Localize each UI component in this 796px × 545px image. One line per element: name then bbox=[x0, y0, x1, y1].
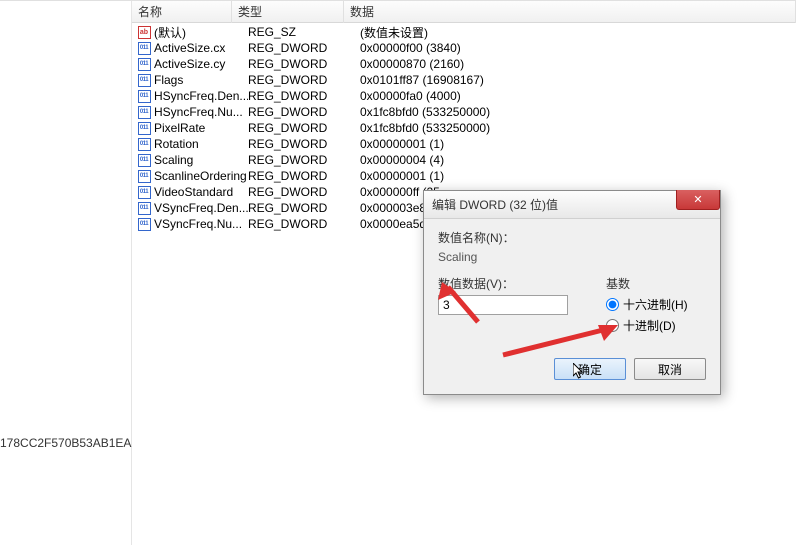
tree-item[interactable]: 178CC2F570B53AB1EA bbox=[0, 436, 131, 450]
col-header-data[interactable]: 数据 bbox=[344, 0, 796, 23]
row-type: REG_DWORD bbox=[248, 201, 360, 215]
dword-value-icon: 011 bbox=[136, 169, 152, 183]
dialog-titlebar[interactable]: 编辑 DWORD (32 位)值 ✕ bbox=[424, 191, 720, 219]
radio-dec[interactable]: 十进制(D) bbox=[606, 317, 706, 334]
row-data: 0x1fc8bfd0 (533250000) bbox=[360, 105, 796, 119]
row-name: HSyncFreq.Den... bbox=[154, 89, 248, 103]
dword-value-icon: 011 bbox=[136, 137, 152, 151]
dialog-title: 编辑 DWORD (32 位)值 bbox=[432, 196, 558, 213]
dword-value-icon: 011 bbox=[136, 89, 152, 103]
row-type: REG_SZ bbox=[248, 25, 360, 39]
row-data: 0x0101ff87 (16908167) bbox=[360, 73, 796, 87]
row-name: ScanlineOrdering bbox=[154, 169, 248, 183]
dword-value-icon: 011 bbox=[136, 185, 152, 199]
row-data: 0x00000001 (1) bbox=[360, 137, 796, 151]
row-type: REG_DWORD bbox=[248, 153, 360, 167]
row-data: 0x00000001 (1) bbox=[360, 169, 796, 183]
row-name: Rotation bbox=[154, 137, 248, 151]
row-data: 0x00000004 (4) bbox=[360, 153, 796, 167]
dialog-body: 数值名称(N)： Scaling 数值数据(V)： 基数 十六进制(H) 十进制… bbox=[424, 219, 720, 394]
row-data: 0x00000870 (2160) bbox=[360, 57, 796, 71]
row-type: REG_DWORD bbox=[248, 73, 360, 87]
table-row[interactable]: 011RotationREG_DWORD0x00000001 (1) bbox=[132, 136, 796, 152]
dword-value-icon: 011 bbox=[136, 153, 152, 167]
row-type: REG_DWORD bbox=[248, 105, 360, 119]
row-type: REG_DWORD bbox=[248, 121, 360, 135]
table-row[interactable]: ab(默认)REG_SZ(数值未设置) bbox=[132, 24, 796, 40]
dword-value-icon: 011 bbox=[136, 121, 152, 135]
value-data-label: 数值数据(V)： bbox=[438, 275, 586, 292]
row-name: PixelRate bbox=[154, 121, 248, 135]
table-row[interactable]: 011HSyncFreq.Den...REG_DWORD0x00000fa0 (… bbox=[132, 88, 796, 104]
row-data: 0x00000f00 (3840) bbox=[360, 41, 796, 55]
close-icon: ✕ bbox=[693, 193, 702, 206]
base-label: 基数 bbox=[606, 275, 706, 292]
radio-hex[interactable]: 十六进制(H) bbox=[606, 296, 706, 313]
dword-value-icon: 011 bbox=[136, 217, 152, 231]
row-type: REG_DWORD bbox=[248, 137, 360, 151]
radio-hex-label: 十六进制(H) bbox=[623, 296, 688, 313]
dword-value-icon: 011 bbox=[136, 201, 152, 215]
row-name: VSyncFreq.Den... bbox=[154, 201, 248, 215]
table-row[interactable]: 011ScanlineOrderingREG_DWORD0x00000001 (… bbox=[132, 168, 796, 184]
row-data: 0x1fc8bfd0 (533250000) bbox=[360, 121, 796, 135]
table-row[interactable]: 011PixelRateREG_DWORD0x1fc8bfd0 (5332500… bbox=[132, 120, 796, 136]
row-type: REG_DWORD bbox=[248, 185, 360, 199]
col-header-name[interactable]: 名称 bbox=[132, 0, 232, 23]
table-header: 名称 类型 数据 bbox=[132, 1, 796, 23]
row-type: REG_DWORD bbox=[248, 57, 360, 71]
row-type: REG_DWORD bbox=[248, 217, 360, 231]
dword-value-icon: 011 bbox=[136, 57, 152, 71]
radio-hex-input[interactable] bbox=[606, 298, 619, 311]
row-name: Scaling bbox=[154, 153, 248, 167]
string-value-icon: ab bbox=[136, 25, 152, 39]
table-row[interactable]: 011ActiveSize.cyREG_DWORD0x00000870 (216… bbox=[132, 56, 796, 72]
row-name: VSyncFreq.Nu... bbox=[154, 217, 248, 231]
row-type: REG_DWORD bbox=[248, 169, 360, 183]
table-row[interactable]: 011HSyncFreq.Nu...REG_DWORD0x1fc8bfd0 (5… bbox=[132, 104, 796, 120]
row-name: ActiveSize.cy bbox=[154, 57, 248, 71]
row-name: ActiveSize.cx bbox=[154, 41, 248, 55]
value-name-text: Scaling bbox=[438, 249, 706, 265]
table-row[interactable]: 011ActiveSize.cxREG_DWORD0x00000f00 (384… bbox=[132, 40, 796, 56]
ok-button[interactable]: 确定 bbox=[554, 358, 626, 380]
tree-panel[interactable]: 178CC2F570B53AB1EA bbox=[0, 1, 132, 545]
row-name: VideoStandard bbox=[154, 185, 248, 199]
row-data: 0x00000fa0 (4000) bbox=[360, 89, 796, 103]
radio-dec-label: 十进制(D) bbox=[623, 317, 676, 334]
row-name: HSyncFreq.Nu... bbox=[154, 105, 248, 119]
close-button[interactable]: ✕ bbox=[676, 190, 720, 210]
table-row[interactable]: 011FlagsREG_DWORD0x0101ff87 (16908167) bbox=[132, 72, 796, 88]
cancel-button[interactable]: 取消 bbox=[634, 358, 706, 380]
row-data: (数值未设置) bbox=[360, 24, 796, 41]
table-row[interactable]: 011ScalingREG_DWORD0x00000004 (4) bbox=[132, 152, 796, 168]
dword-value-icon: 011 bbox=[136, 73, 152, 87]
dword-value-icon: 011 bbox=[136, 41, 152, 55]
row-name: Flags bbox=[154, 73, 248, 87]
row-type: REG_DWORD bbox=[248, 41, 360, 55]
row-name: (默认) bbox=[154, 24, 248, 41]
edit-dword-dialog: 编辑 DWORD (32 位)值 ✕ 数值名称(N)： Scaling 数值数据… bbox=[423, 190, 721, 395]
dword-value-icon: 011 bbox=[136, 105, 152, 119]
col-header-type[interactable]: 类型 bbox=[232, 0, 344, 23]
value-name-label: 数值名称(N)： bbox=[438, 229, 706, 246]
row-type: REG_DWORD bbox=[248, 89, 360, 103]
radio-dec-input[interactable] bbox=[606, 319, 619, 332]
value-data-input[interactable] bbox=[438, 295, 568, 315]
